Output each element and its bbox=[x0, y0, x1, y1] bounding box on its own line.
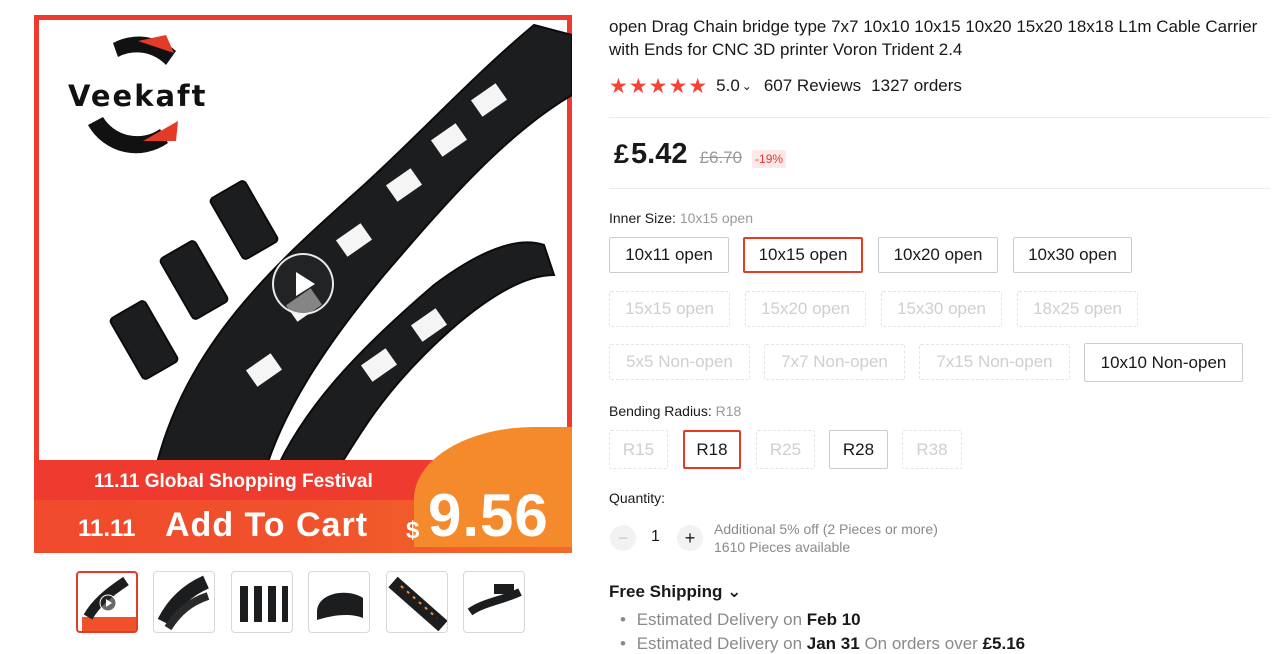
chevron-down-icon[interactable]: ⌄ bbox=[742, 79, 752, 93]
sku-option[interactable]: 5x5 Non-open bbox=[609, 344, 750, 380]
delivery-threshold: £5.16 bbox=[982, 634, 1026, 653]
play-video-button[interactable] bbox=[272, 253, 334, 315]
bulk-discount-note: Additional 5% off (2 Pieces or more) bbox=[714, 521, 938, 537]
brand-logo: Veekaft bbox=[48, 23, 218, 163]
sku-option-label: R38 bbox=[916, 439, 948, 459]
quantity-input[interactable]: 1 bbox=[651, 528, 660, 546]
quantity-decrease-button[interactable]: − bbox=[610, 525, 636, 551]
divider bbox=[609, 188, 1270, 189]
sku-option[interactable]: 10x10 Non-open bbox=[1084, 343, 1243, 382]
current-price: 5.42 bbox=[631, 138, 688, 170]
main-product-image[interactable]: Veekaft 11.11 Global Shopping Festival 1… bbox=[34, 15, 572, 553]
delivery-condition: On orders over bbox=[864, 634, 978, 653]
delivery-date: Feb 10 bbox=[806, 610, 861, 629]
sku-option[interactable]: 10x30 open bbox=[1013, 237, 1132, 273]
price-row: £ 5.42 £6.70 -19% bbox=[614, 138, 787, 171]
chevron-down-icon: ⌄ bbox=[727, 582, 742, 601]
quantity-increase-button[interactable]: + bbox=[677, 525, 703, 551]
sku-option[interactable]: R25 bbox=[756, 430, 815, 469]
delivery-text: Estimated Delivery on bbox=[636, 634, 803, 653]
original-price: £6.70 bbox=[699, 148, 743, 167]
sku-option[interactable]: R18 bbox=[683, 430, 741, 469]
promo-price-value: 9.56 bbox=[428, 482, 549, 549]
bullet-icon: • bbox=[620, 610, 626, 629]
shipping-dropdown[interactable]: Free Shipping ⌄ bbox=[609, 582, 741, 602]
thumbnail-6[interactable] bbox=[463, 571, 525, 633]
delivery-estimate: • Estimated Delivery on Feb 10 bbox=[620, 610, 861, 630]
sku-option-label: R28 bbox=[842, 439, 875, 459]
sku-option-label: 7x15 Non-open bbox=[936, 352, 1053, 371]
thumbnail-2[interactable] bbox=[153, 571, 215, 633]
discount-badge: -19% bbox=[752, 150, 787, 168]
thumbnail-3[interactable] bbox=[231, 571, 293, 633]
sku-option-label: 10x10 Non-open bbox=[1100, 352, 1227, 372]
thumbnail-5[interactable] bbox=[386, 571, 448, 633]
quantity-label: Quantity: bbox=[609, 490, 666, 506]
bending-radius-label: Bending Radius: R18 bbox=[609, 403, 741, 419]
sku-option-label: 18x25 open bbox=[1033, 299, 1122, 318]
orders-count: 1327 orders bbox=[871, 76, 962, 95]
promo-add-to-cart-text: Add To Cart bbox=[165, 506, 369, 544]
thumbnail-4[interactable] bbox=[308, 571, 370, 633]
promo-festival-title: 11.11 Global Shopping Festival bbox=[94, 471, 373, 492]
rating-stars-icon: ★★★★★ bbox=[609, 74, 709, 98]
sku-option[interactable]: R38 bbox=[902, 430, 962, 469]
stock-available: 1610 Pieces available bbox=[714, 539, 851, 555]
inner-size-label-text: Inner Size: bbox=[609, 210, 676, 226]
sku-option-label: R18 bbox=[696, 439, 728, 459]
bending-radius-label-text: Bending Radius: bbox=[609, 403, 712, 419]
sku-option-label: 7x7 Non-open bbox=[781, 352, 888, 371]
sku-option-label: 15x30 open bbox=[897, 299, 986, 318]
bullet-icon: • bbox=[620, 634, 626, 653]
sku-option-label: 10x20 open bbox=[893, 245, 983, 264]
sku-option[interactable]: 18x25 open bbox=[1017, 291, 1138, 327]
quantity-notes: Additional 5% off (2 Pieces or more) 161… bbox=[714, 520, 938, 556]
bending-radius-selected: R18 bbox=[715, 403, 742, 419]
price-currency: £ bbox=[614, 139, 630, 169]
sku-option[interactable]: 10x11 open bbox=[609, 237, 729, 273]
sku-option-label: 15x20 open bbox=[761, 299, 850, 318]
sku-option-label: R25 bbox=[769, 439, 802, 459]
divider bbox=[609, 117, 1270, 118]
shipping-title: Free Shipping bbox=[609, 582, 723, 601]
reviews-link[interactable]: 607 Reviews bbox=[764, 76, 861, 96]
sku-option[interactable]: 15x30 open bbox=[881, 291, 1002, 327]
brand-logo-text: Veekaft bbox=[68, 79, 208, 113]
sku-option[interactable]: 7x15 Non-open bbox=[919, 344, 1070, 380]
inner-size-label: Inner Size: 10x15 open bbox=[609, 210, 753, 226]
sku-option-label: 10x11 open bbox=[625, 245, 713, 264]
sku-option[interactable]: 15x15 open bbox=[609, 291, 730, 327]
delivery-date: Jan 31 bbox=[806, 634, 860, 653]
inner-size-selected: 10x15 open bbox=[679, 210, 754, 226]
sku-option-label: 10x15 open bbox=[758, 245, 848, 264]
sku-option[interactable]: 7x7 Non-open bbox=[764, 344, 905, 380]
sku-option[interactable]: R15 bbox=[609, 430, 668, 469]
delivery-estimate: • Estimated Delivery on Jan 31 On orders… bbox=[620, 634, 1025, 654]
sku-option-label: 15x15 open bbox=[625, 299, 714, 318]
sku-option-label: R15 bbox=[622, 439, 655, 459]
promo-currency: $ bbox=[406, 517, 420, 544]
sku-option[interactable]: 15x20 open bbox=[745, 291, 866, 327]
thumbnail-1[interactable] bbox=[76, 571, 138, 633]
rating-row: ★★★★★ 5.0 ⌄ 607 Reviews 1327 orders bbox=[609, 74, 962, 98]
product-title: open Drag Chain bridge type 7x7 10x10 10… bbox=[609, 17, 1258, 59]
sku-option[interactable]: 10x15 open bbox=[743, 237, 863, 273]
delivery-text: Estimated Delivery on bbox=[636, 610, 803, 629]
sku-option-label: 10x30 open bbox=[1028, 245, 1117, 264]
rating-score[interactable]: 5.0 bbox=[716, 76, 740, 96]
cart-11-11-icon: 11.11 bbox=[78, 515, 136, 542]
sku-option-label: 5x5 Non-open bbox=[626, 352, 733, 371]
sku-option[interactable]: 10x20 open bbox=[878, 237, 998, 273]
sku-option[interactable]: R28 bbox=[829, 430, 888, 469]
